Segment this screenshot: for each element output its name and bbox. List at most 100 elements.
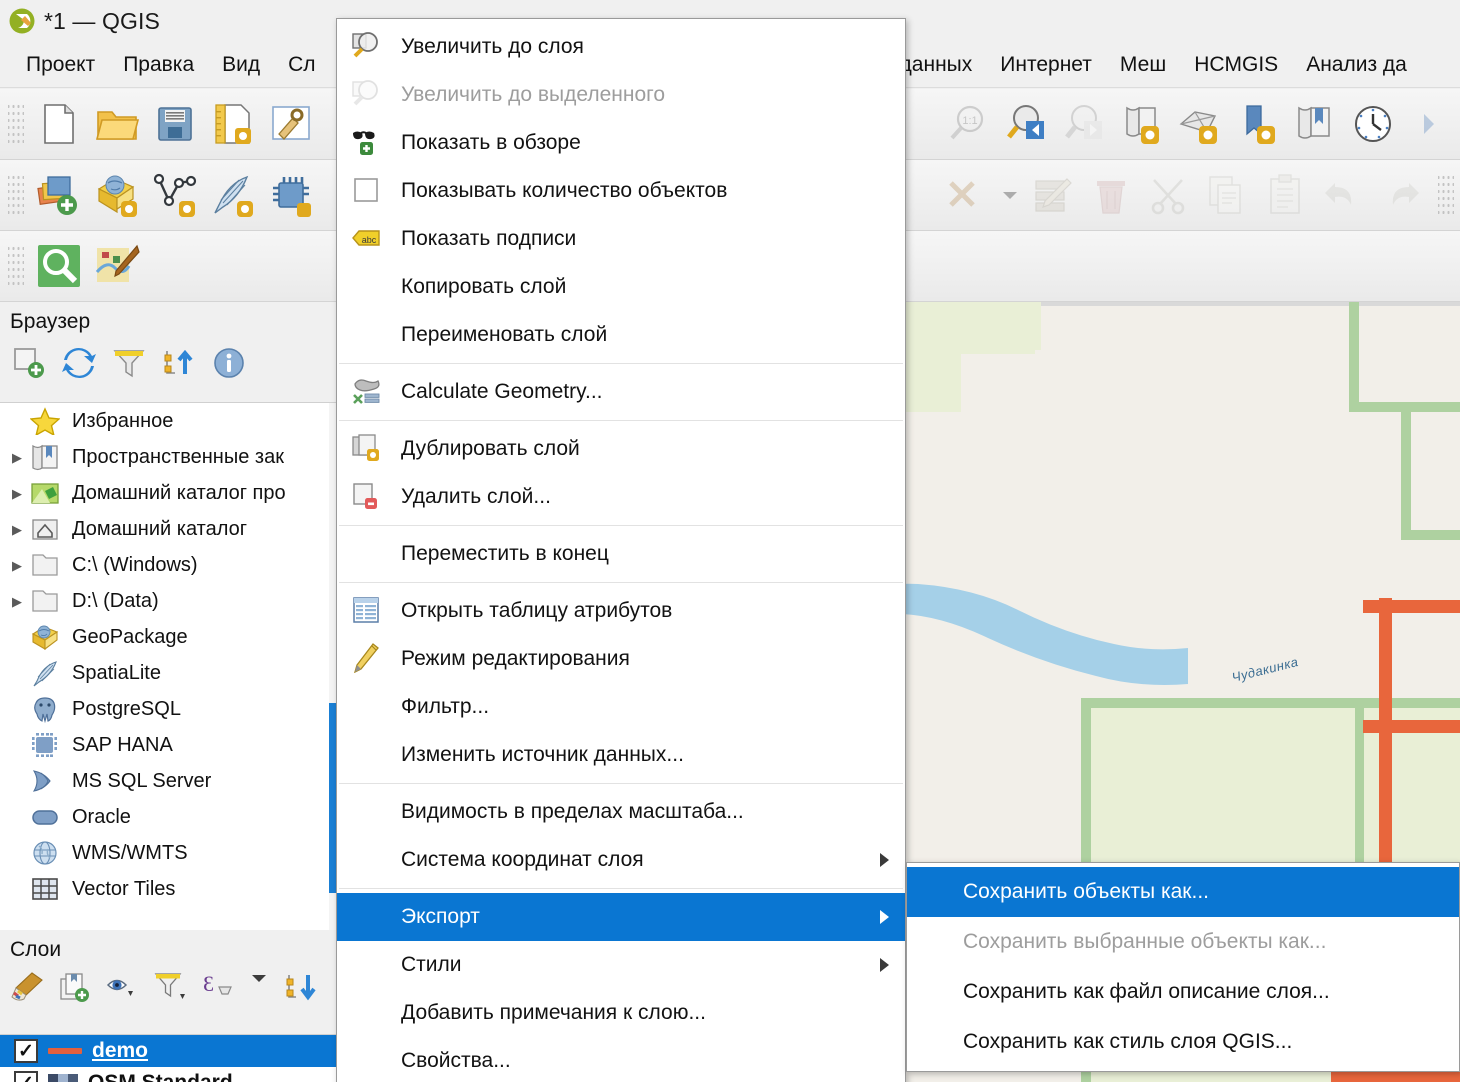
ctx-rename-layer[interactable]: Переименовать слой bbox=[337, 311, 905, 359]
ctx-show-labels[interactable]: abc Показать подписи bbox=[337, 215, 905, 263]
ctx-zoom-to-layer[interactable]: Увеличить до слоя bbox=[337, 23, 905, 71]
zoom-next-icon[interactable] bbox=[1054, 96, 1112, 152]
open-layer-styling-icon[interactable] bbox=[10, 971, 44, 1005]
toolbar-grip[interactable] bbox=[8, 101, 24, 147]
menu-project[interactable]: Проект bbox=[12, 49, 109, 81]
ctx-open-attribute-table[interactable]: Открыть таблицу атрибутов bbox=[337, 587, 905, 635]
layer-row-demo[interactable]: ✓ demo bbox=[0, 1035, 339, 1067]
layer-row-osm[interactable]: ✓ OSM Standard bbox=[0, 1067, 339, 1082]
copy-icon[interactable] bbox=[1198, 167, 1256, 223]
submenu-save-features-as[interactable]: Сохранить объекты как... bbox=[907, 867, 1459, 917]
tree-item-home[interactable]: ▶ Домашний каталог bbox=[0, 511, 339, 547]
tree-item-mssql[interactable]: MS SQL Server bbox=[0, 763, 339, 799]
ctx-copy-layer[interactable]: Копировать слой bbox=[337, 263, 905, 311]
temporal-controller-icon[interactable] bbox=[1344, 96, 1402, 152]
mesh-layer-icon[interactable] bbox=[1170, 96, 1228, 152]
redo-icon[interactable] bbox=[1372, 167, 1430, 223]
add-group-icon[interactable] bbox=[58, 971, 92, 1005]
refresh-icon[interactable] bbox=[62, 346, 96, 380]
new-print-layout-icon[interactable] bbox=[204, 96, 262, 152]
tree-expander[interactable]: ▶ bbox=[4, 559, 30, 572]
ctx-calculate-geometry[interactable]: Calculate Geometry... bbox=[337, 368, 905, 416]
bookmark-add-icon[interactable] bbox=[1228, 96, 1286, 152]
tree-item-drive-d[interactable]: ▶ D:\ (Data) bbox=[0, 583, 339, 619]
ctx-export[interactable]: Экспорт bbox=[337, 893, 905, 941]
browser-tree[interactable]: Избранное ▶ Пространственные зак ▶ Домаш… bbox=[0, 402, 339, 930]
properties-info-icon[interactable] bbox=[212, 346, 246, 380]
menu-web[interactable]: Интернет bbox=[986, 49, 1106, 81]
submenu-save-as-qgis-layer-style[interactable]: Сохранить как стиль слоя QGIS... bbox=[907, 1017, 1459, 1067]
menu-analysis[interactable]: Анализ да bbox=[1292, 49, 1421, 81]
menu-edit[interactable]: Правка bbox=[109, 49, 208, 81]
add-delimited-text-icon[interactable] bbox=[146, 167, 204, 223]
ctx-move-to-bottom[interactable]: Переместить в конец bbox=[337, 530, 905, 578]
save-project-icon[interactable] bbox=[146, 96, 204, 152]
ctx-remove-layer[interactable]: Удалить слой... bbox=[337, 473, 905, 521]
field-calculator-icon[interactable] bbox=[1024, 167, 1082, 223]
refresh-layer-icon[interactable] bbox=[1112, 96, 1170, 152]
menu-mesh[interactable]: Меш bbox=[1106, 49, 1180, 81]
add-vector-layer-icon[interactable] bbox=[30, 167, 88, 223]
add-geopackage-layer-icon[interactable] bbox=[88, 167, 146, 223]
ctx-show-feature-count[interactable]: Показывать количество объектов bbox=[337, 167, 905, 215]
layer-context-menu[interactable]: Увеличить до слоя Увеличить до выделенно… bbox=[336, 18, 906, 1082]
tree-item-sap-hana[interactable]: SAP HANA bbox=[0, 727, 339, 763]
ctx-filter[interactable]: Фильтр... bbox=[337, 683, 905, 731]
more-tools-icon[interactable] bbox=[1402, 96, 1460, 152]
toolbar-grip[interactable] bbox=[8, 243, 24, 289]
identify-features-icon[interactable] bbox=[30, 238, 88, 294]
ctx-styles[interactable]: Стили bbox=[337, 941, 905, 989]
export-submenu[interactable]: Сохранить объекты как... Сохранить выбра… bbox=[906, 862, 1460, 1072]
new-project-icon[interactable] bbox=[30, 96, 88, 152]
add-layer-icon[interactable] bbox=[12, 346, 46, 380]
tree-expander[interactable]: ▶ bbox=[4, 523, 30, 536]
ctx-change-data-source[interactable]: Изменить источник данных... bbox=[337, 731, 905, 779]
menu-view[interactable]: Вид bbox=[208, 49, 274, 81]
tree-item-vector-tiles[interactable]: Vector Tiles bbox=[0, 871, 339, 907]
toolbar-grip[interactable] bbox=[8, 172, 24, 218]
ctx-scale-visibility[interactable]: Видимость в пределах масштаба... bbox=[337, 788, 905, 836]
add-processing-layer-icon[interactable] bbox=[262, 167, 320, 223]
tree-item-spatialite[interactable]: SpatiaLite bbox=[0, 655, 339, 691]
undo-icon[interactable] bbox=[1314, 167, 1372, 223]
ctx-zoom-to-selection[interactable]: Увеличить до выделенного bbox=[337, 71, 905, 119]
menu-layer[interactable]: Сл bbox=[274, 49, 329, 81]
annotations-icon[interactable] bbox=[88, 238, 146, 294]
tree-expander[interactable]: ▶ bbox=[4, 487, 30, 500]
bookmark-show-icon[interactable] bbox=[1286, 96, 1344, 152]
zoom-last-icon[interactable] bbox=[996, 96, 1054, 152]
dropdown-caret-icon[interactable] bbox=[996, 167, 1024, 223]
ctx-duplicate-layer[interactable]: Дублировать слой bbox=[337, 425, 905, 473]
expression-filter-icon[interactable]: Ɛ bbox=[202, 971, 236, 1005]
ctx-properties[interactable]: Свойства... bbox=[337, 1037, 905, 1082]
menu-hcmgis[interactable]: HCMGIS bbox=[1180, 49, 1292, 81]
toolbar-grip[interactable] bbox=[1438, 172, 1454, 218]
submenu-save-selected-features-as[interactable]: Сохранить выбранные объекты как... bbox=[907, 917, 1459, 967]
open-project-icon[interactable] bbox=[88, 96, 146, 152]
collapse-all-icon[interactable] bbox=[162, 346, 196, 380]
tree-item-favorites[interactable]: Избранное bbox=[0, 403, 339, 439]
manage-map-themes-icon[interactable] bbox=[106, 971, 140, 1005]
dropdown-caret-icon[interactable] bbox=[250, 971, 270, 1005]
zoom-native-1to1-icon[interactable]: 1:1 bbox=[938, 96, 996, 152]
tree-item-project-home[interactable]: ▶ Домашний каталог про bbox=[0, 475, 339, 511]
delete-icon[interactable] bbox=[1082, 167, 1140, 223]
filter-legend-icon[interactable] bbox=[154, 971, 188, 1005]
tree-item-drive-c[interactable]: ▶ C:\ (Windows) bbox=[0, 547, 339, 583]
filter-icon[interactable] bbox=[112, 346, 146, 380]
cut-icon[interactable] bbox=[1140, 167, 1198, 223]
tree-item-geopackage[interactable]: GeoPackage bbox=[0, 619, 339, 655]
add-spatialite-layer-icon[interactable] bbox=[204, 167, 262, 223]
style-manager-icon[interactable] bbox=[262, 96, 320, 152]
ctx-toggle-editing[interactable]: Режим редактирования bbox=[337, 635, 905, 683]
checkbox-unchecked-icon[interactable] bbox=[351, 175, 391, 207]
ctx-add-layer-notes[interactable]: Добавить примечания к слою... bbox=[337, 989, 905, 1037]
ctx-layer-crs[interactable]: Система координат слоя bbox=[337, 836, 905, 884]
tree-item-postgresql[interactable]: PostgreSQL bbox=[0, 691, 339, 727]
tree-item-wms-wmts[interactable]: WMS/WMTS bbox=[0, 835, 339, 871]
layer-visibility-checkbox[interactable]: ✓ bbox=[14, 1071, 38, 1082]
tree-expander[interactable]: ▶ bbox=[4, 451, 30, 464]
layer-visibility-checkbox[interactable]: ✓ bbox=[14, 1039, 38, 1063]
ctx-show-in-overview[interactable]: Показать в обзоре bbox=[337, 119, 905, 167]
expand-all-icon[interactable] bbox=[284, 971, 318, 1005]
